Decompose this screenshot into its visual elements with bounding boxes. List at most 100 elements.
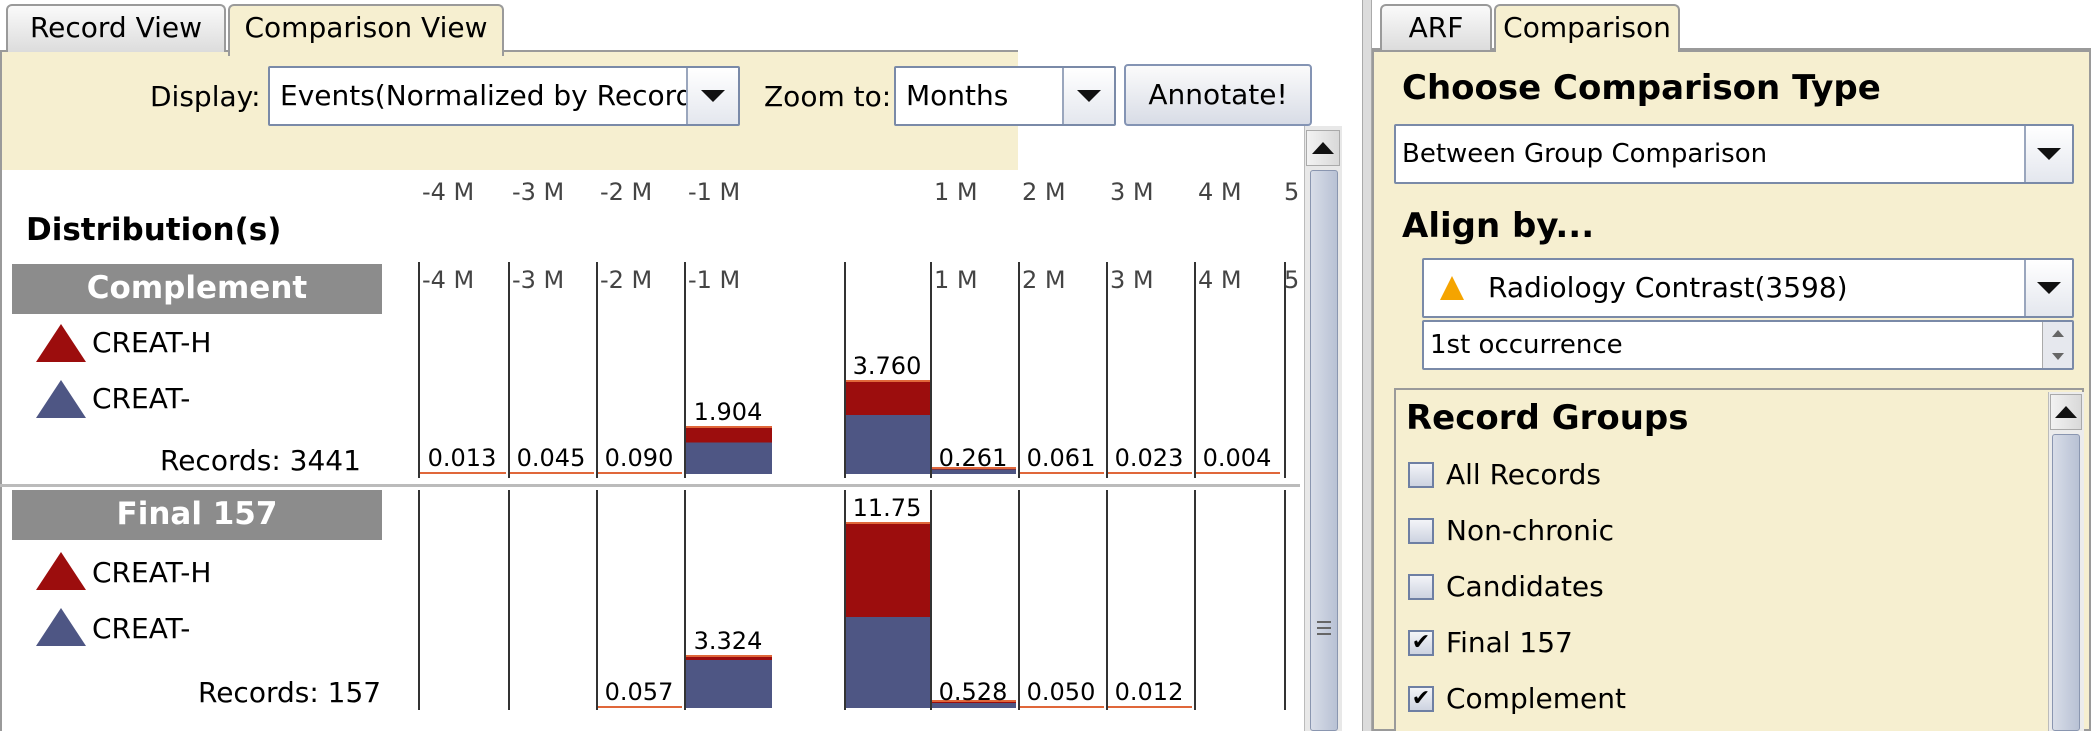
bar-value-label: 0.013 [427, 444, 497, 472]
scroll-up-button[interactable] [1306, 130, 1340, 166]
axis-tick: 4 M [1198, 178, 1242, 206]
legend-high: CREAT-H [92, 326, 212, 359]
splitter[interactable] [1362, 0, 1372, 731]
bar-value-label: 0.090 [604, 444, 674, 472]
legend-low: CREAT- [92, 382, 191, 415]
group-tick: -4 M [422, 266, 475, 294]
grid-line [418, 490, 420, 710]
grid-line [596, 490, 598, 710]
bar[interactable] [1196, 472, 1280, 474]
scroll-thumb[interactable] [1310, 170, 1338, 731]
bar[interactable] [598, 706, 682, 708]
triangle-high-icon [36, 552, 86, 590]
record-groups-title: Record Groups [1406, 398, 1689, 438]
tab-arf[interactable]: ARF [1380, 4, 1492, 50]
bar[interactable] [510, 472, 594, 474]
group-tick: 2 M [1022, 266, 1066, 294]
record-group-label: Candidates [1446, 570, 1604, 603]
display-select[interactable]: Events(Normalized by Record) [268, 66, 740, 126]
bar-value-label: 3.760 [852, 352, 922, 380]
chevron-down-icon[interactable] [686, 68, 738, 124]
grid-line [1018, 490, 1020, 710]
bar[interactable] [686, 655, 772, 708]
legend-low: CREAT- [92, 612, 191, 645]
triangle-high-icon [36, 324, 86, 362]
record-group-label: Complement [1446, 682, 1626, 715]
occurrence-spinner[interactable]: 1st occurrence [1422, 320, 2074, 370]
checkbox[interactable] [1408, 462, 1434, 488]
grid-line [508, 490, 510, 710]
axis-tick: -2 M [600, 178, 653, 206]
chevron-down-icon[interactable] [2024, 126, 2072, 182]
annotate-button[interactable]: Annotate! [1124, 64, 1312, 126]
bar-value-label: 1.904 [693, 398, 763, 427]
bar[interactable] [846, 521, 930, 708]
grid-line [930, 490, 932, 710]
axis-tick: -4 M [422, 178, 475, 206]
triangle-low-icon [36, 380, 86, 418]
bar-value-label: 0.050 [1026, 678, 1096, 706]
checkbox[interactable] [1408, 574, 1434, 600]
axis-tick: 1 M [934, 178, 978, 206]
scroll-up-button[interactable] [2050, 394, 2082, 430]
bar[interactable] [1108, 472, 1192, 474]
grid-line [1106, 490, 1108, 710]
grid-line [1284, 490, 1286, 710]
bar-value-label: 0.057 [604, 678, 674, 706]
align-title: Align by... [1402, 206, 1595, 246]
records-count: Records: 157 [198, 676, 382, 709]
comparison-type-select[interactable]: Between Group Comparison [1394, 124, 2074, 184]
bar-value-label: 0.004 [1202, 444, 1272, 472]
bar[interactable] [420, 472, 506, 474]
record-group-label: All Records [1446, 458, 1601, 491]
bar-value-label: 0.045 [516, 444, 586, 472]
grid-line [1194, 490, 1196, 710]
checkbox[interactable]: ✔ [1408, 686, 1434, 712]
tab-comparison[interactable]: Comparison [1494, 4, 1680, 52]
records-count: Records: 3441 [160, 444, 361, 477]
bar-value-label: 0.012 [1114, 678, 1184, 706]
group-header: Complement [12, 264, 382, 314]
align-event-value: Radiology Contrast(3598) [1488, 271, 1848, 304]
zoom-label: Zoom to: [764, 80, 892, 113]
triangle-low-icon [36, 608, 86, 646]
bar-value-label: 0.528 [938, 678, 1008, 706]
zoom-value: Months [906, 79, 1009, 112]
chevron-down-icon[interactable] [2024, 260, 2072, 316]
spinner-up-button[interactable] [2042, 322, 2072, 345]
distributions-title: Distribution(s) [26, 212, 282, 248]
group-divider [0, 484, 1300, 487]
legend-high: CREAT-H [92, 556, 212, 589]
comparison-type-value: Between Group Comparison [1402, 139, 1768, 169]
bar-value-label: 0.023 [1114, 444, 1184, 472]
record-group-label: Final 157 [1446, 626, 1573, 659]
spinner-down-button[interactable] [2042, 345, 2072, 368]
bar[interactable] [1108, 706, 1192, 708]
group-tick: -2 M [600, 266, 653, 294]
group-tick: 3 M [1110, 266, 1154, 294]
bar[interactable] [846, 380, 930, 474]
warning-icon [1440, 276, 1464, 300]
chevron-down-icon[interactable] [1062, 68, 1114, 124]
tab-comparison-view[interactable]: Comparison View [228, 4, 504, 56]
align-event-select[interactable]: Radiology Contrast(3598) [1422, 258, 2074, 318]
left-panel: Record View Comparison View Display: Eve… [0, 0, 1342, 731]
grid-line [1284, 262, 1286, 478]
bar-value-label: 0.261 [938, 444, 1008, 472]
tab-record-view[interactable]: Record View [6, 4, 226, 52]
record-group-label: Non-chronic [1446, 514, 1615, 547]
axis-tick: 3 M [1110, 178, 1154, 206]
bar[interactable] [1020, 472, 1104, 474]
bar[interactable] [1020, 706, 1104, 708]
checkbox[interactable] [1408, 518, 1434, 544]
bar[interactable] [686, 426, 772, 474]
display-label: Display: [150, 80, 261, 113]
choose-title: Choose Comparison Type [1402, 68, 1881, 108]
checkbox[interactable]: ✔ [1408, 630, 1434, 656]
scroll-thumb[interactable] [2052, 434, 2080, 731]
zoom-select[interactable]: Months [894, 66, 1116, 126]
bar-value-label: 11.75 [852, 493, 922, 522]
bar[interactable] [598, 471, 682, 474]
group-tick: -3 M [512, 266, 565, 294]
axis-tick: 5 [1284, 178, 1300, 206]
